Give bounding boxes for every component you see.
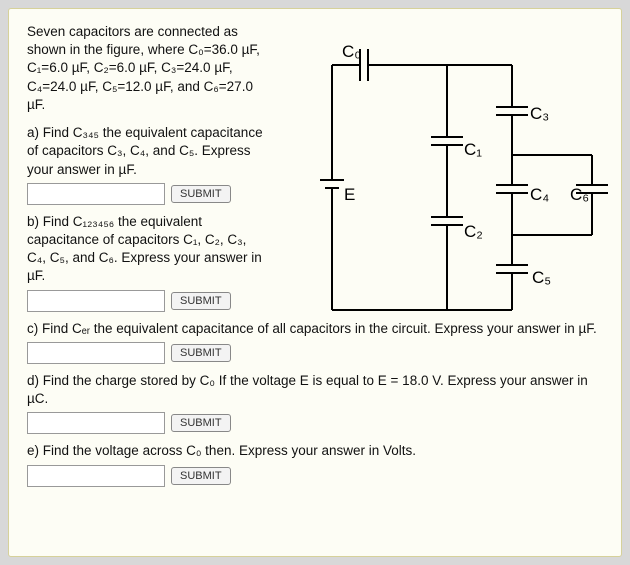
question-b: b) Find C₁₂₃₄₅₆ the equivalent capacitan… xyxy=(27,213,267,312)
label-C2: C₂ xyxy=(464,222,483,241)
label-C5: C₅ xyxy=(532,268,551,287)
question-e-text: e) Find the voltage across C₀ then. Expr… xyxy=(27,442,603,460)
question-a: a) Find C₃₄₅ the equivalent capacitance … xyxy=(27,124,267,205)
answer-d-input[interactable] xyxy=(27,412,165,434)
label-C0: C₀ xyxy=(342,42,361,61)
question-d-text: d) Find the charge stored by C₀ If the v… xyxy=(27,372,603,408)
label-C6: C₆ xyxy=(570,185,589,204)
question-d: d) Find the charge stored by C₀ If the v… xyxy=(27,372,603,434)
problem-panel: Seven capacitors are connected as shown … xyxy=(8,8,622,557)
label-C4: C₄ xyxy=(530,185,549,204)
question-a-text: a) Find C₃₄₅ the equivalent capacitance … xyxy=(27,124,267,179)
question-e: e) Find the voltage across C₀ then. Expr… xyxy=(27,442,603,486)
question-b-text: b) Find C₁₂₃₄₅₆ the equivalent capacitan… xyxy=(27,213,267,286)
circuit-diagram: E C₀ C₁ C₂ C₃ C₄ C₅ C₆ xyxy=(312,25,612,325)
answer-c-input[interactable] xyxy=(27,342,165,364)
submit-d-button[interactable]: SUBMIT xyxy=(171,414,231,432)
label-E: E xyxy=(344,185,355,204)
intro-text: Seven capacitors are connected as shown … xyxy=(27,23,267,114)
answer-a-input[interactable] xyxy=(27,183,165,205)
answer-b-input[interactable] xyxy=(27,290,165,312)
label-C1: C₁ xyxy=(464,140,482,159)
submit-a-button[interactable]: SUBMIT xyxy=(171,185,231,203)
question-c: c) Find Cₑᵣ the equivalent capacitance o… xyxy=(27,320,603,364)
submit-c-button[interactable]: SUBMIT xyxy=(171,344,231,362)
submit-b-button[interactable]: SUBMIT xyxy=(171,292,231,310)
answer-e-input[interactable] xyxy=(27,465,165,487)
label-C3: C₃ xyxy=(530,104,549,123)
submit-e-button[interactable]: SUBMIT xyxy=(171,467,231,485)
